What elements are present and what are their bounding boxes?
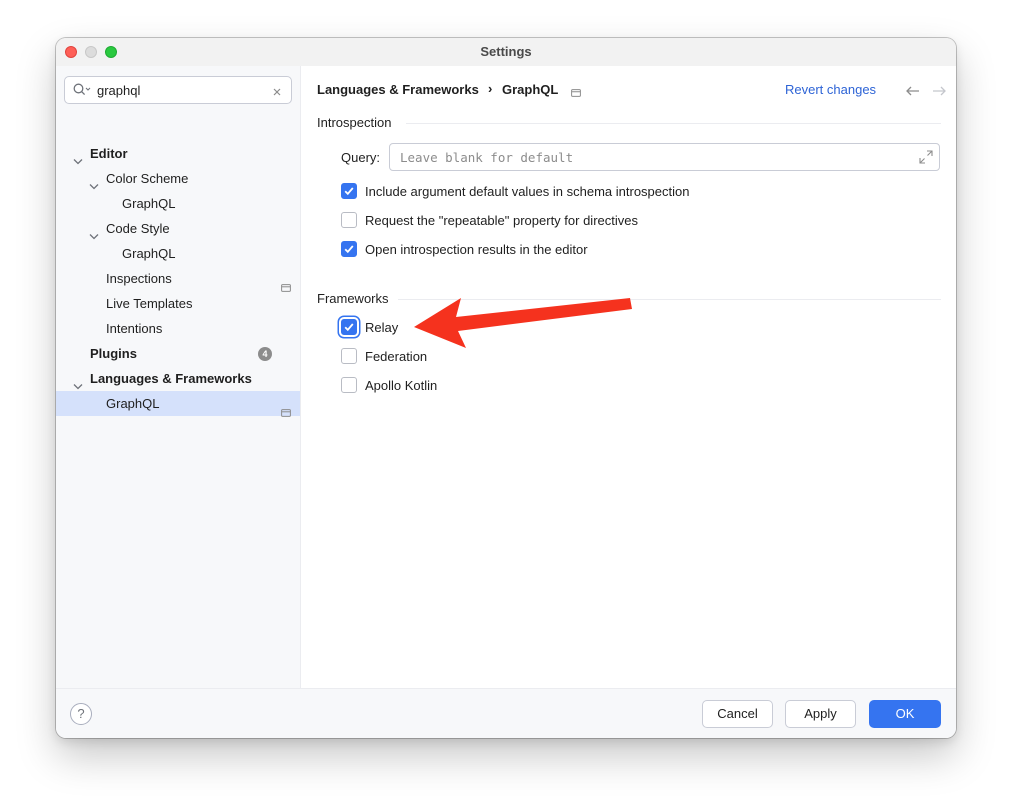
search-query-text: graphql <box>97 83 141 98</box>
tree-item-label: Code Style <box>106 221 170 236</box>
relay-label[interactable]: Relay <box>365 320 398 335</box>
window-title: Settings <box>480 44 532 59</box>
project-level-icon <box>571 85 581 100</box>
settings-search-input[interactable]: graphql <box>64 76 292 104</box>
revert-changes-link[interactable]: Revert changes <box>785 82 876 97</box>
query-input[interactable]: Leave blank for default <box>389 143 940 171</box>
tree-item-label: Intentions <box>106 321 163 336</box>
settings-sidebar: graphql Editor Color Scheme GraphQL Code… <box>56 66 301 688</box>
plugins-count-badge: 4 <box>258 347 272 361</box>
tree-item-label: Editor <box>90 146 128 161</box>
back-arrow-icon[interactable] <box>906 84 920 99</box>
request-repeatable-checkbox[interactable] <box>341 212 357 228</box>
tree-item-label: GraphQL <box>122 246 176 261</box>
tree-item-languages-frameworks[interactable]: Languages & Frameworks <box>56 366 300 391</box>
expand-icon[interactable] <box>919 150 933 167</box>
tree-item-color-scheme[interactable]: Color Scheme <box>56 166 300 191</box>
tree-item-plugins[interactable]: Plugins 4 <box>56 341 300 366</box>
apollo-kotlin-label[interactable]: Apollo Kotlin <box>365 378 437 393</box>
apply-button[interactable]: Apply <box>785 700 856 728</box>
tree-item-live-templates[interactable]: Live Templates <box>56 291 300 316</box>
tree-item-label: Inspections <box>106 271 172 286</box>
breadcrumb-current: GraphQL <box>502 82 559 97</box>
tree-item-inspections[interactable]: Inspections <box>56 266 300 292</box>
open-results-in-editor-label[interactable]: Open introspection results in the editor <box>365 242 588 257</box>
request-repeatable-label[interactable]: Request the "repeatable" property for di… <box>365 213 638 228</box>
dialog-footer: ? Cancel Apply OK <box>56 688 956 738</box>
tree-item-code-style-graphql[interactable]: GraphQL <box>56 241 300 266</box>
search-icon[interactable] <box>73 83 91 100</box>
introspection-section-title: Introspection <box>317 115 392 130</box>
tree-item-label: Languages & Frameworks <box>90 371 252 386</box>
tree-item-label: Color Scheme <box>106 171 189 186</box>
clear-search-icon[interactable] <box>272 85 282 100</box>
tree-item-editor[interactable]: Editor <box>56 141 300 166</box>
tree-item-color-scheme-graphql[interactable]: GraphQL <box>56 191 300 216</box>
title-bar: Settings <box>56 38 956 66</box>
ok-button[interactable]: OK <box>869 700 941 728</box>
project-level-icon <box>281 400 291 425</box>
settings-window: Settings graphql Editor Color Scheme Gra… <box>56 38 956 738</box>
open-results-in-editor-checkbox[interactable] <box>341 241 357 257</box>
include-default-values-checkbox[interactable] <box>341 183 357 199</box>
breadcrumb-separator: › <box>488 81 493 96</box>
include-default-values-label[interactable]: Include argument default values in schem… <box>365 184 689 199</box>
help-button[interactable]: ? <box>70 703 92 725</box>
section-divider <box>398 299 941 300</box>
tree-item-label: Live Templates <box>106 296 193 311</box>
frameworks-section-title: Frameworks <box>317 291 389 306</box>
tree-item-intentions[interactable]: Intentions <box>56 316 300 341</box>
section-divider <box>406 123 941 124</box>
tree-item-label: Plugins <box>90 346 137 361</box>
tree-item-label: GraphQL <box>122 196 176 211</box>
apollo-kotlin-checkbox[interactable] <box>341 377 357 393</box>
query-placeholder: Leave blank for default <box>400 150 574 165</box>
cancel-button[interactable]: Cancel <box>702 700 773 728</box>
breadcrumb-parent[interactable]: Languages & Frameworks <box>317 82 479 97</box>
tree-item-label: GraphQL <box>106 396 160 411</box>
relay-checkbox[interactable] <box>341 319 357 335</box>
tree-item-code-style[interactable]: Code Style <box>56 216 300 241</box>
federation-label[interactable]: Federation <box>365 349 427 364</box>
federation-checkbox[interactable] <box>341 348 357 364</box>
query-label: Query: <box>341 150 381 165</box>
forward-arrow-icon[interactable] <box>932 84 946 99</box>
tree-item-graphql[interactable]: GraphQL <box>56 391 300 417</box>
